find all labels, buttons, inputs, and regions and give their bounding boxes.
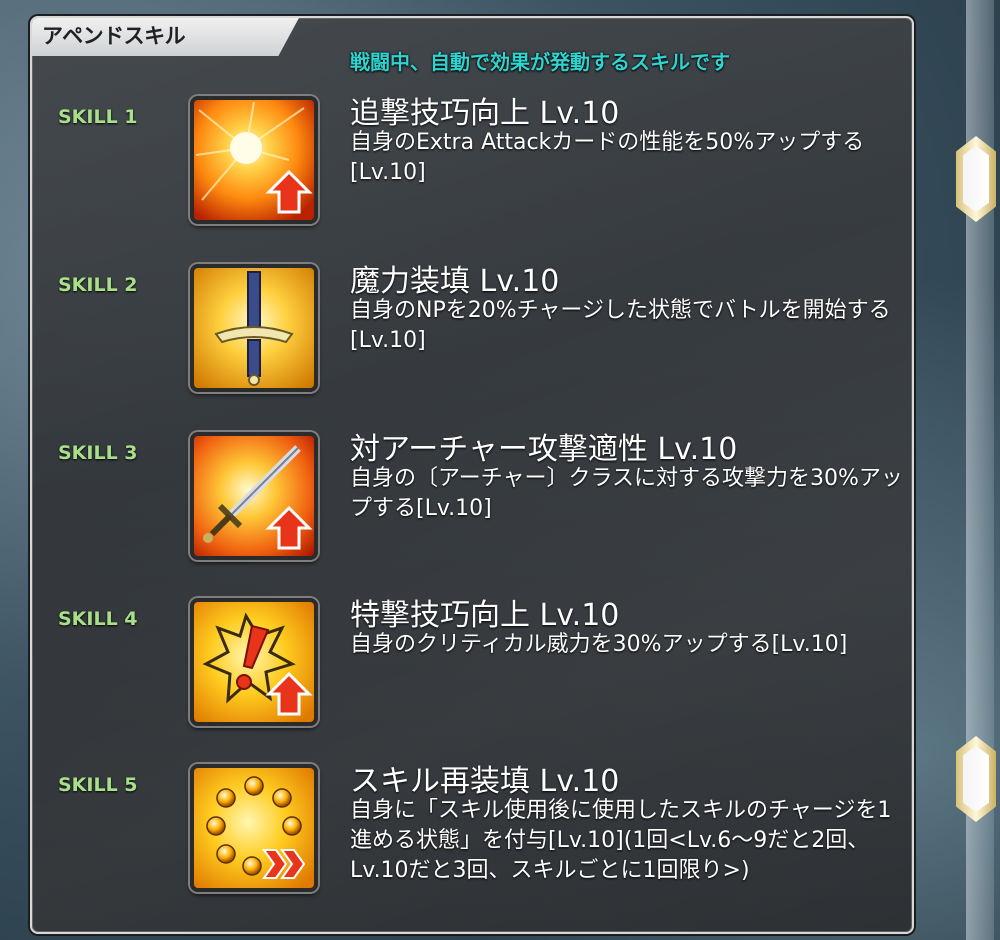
skill-label: SKILL 5	[58, 774, 138, 796]
append-skill-panel: アペンドスキル 戦闘中、自動で効果が発動するスキルです SKILL 1 追撃技巧…	[30, 16, 914, 934]
sword-icon[interactable]	[190, 264, 318, 392]
skill-label: SKILL 1	[58, 106, 138, 128]
exclamation-with-up-arrow-icon[interactable]	[190, 598, 318, 726]
sword-with-up-arrow-icon[interactable]	[190, 432, 318, 560]
skill-description: 自身のクリティカル威力を30%アップする[Lv.10]	[350, 632, 848, 657]
burst-with-up-arrow-icon[interactable]	[190, 96, 318, 224]
skill-description: 自身のExtra Attackカードの性能を50%アップする[Lv.10]	[350, 130, 865, 185]
scrollbar-thumb[interactable]	[956, 136, 996, 222]
header-note: 戦闘中、自動で効果が発動するスキルです	[350, 50, 730, 74]
skill-description: 自身に「スキル使用後に使用したスキルのチャージを1進める状態」を付与[Lv.10…	[350, 798, 892, 883]
skill-name: スキル再装填 Lv.10	[350, 764, 620, 799]
skill-name: 魔力装填 Lv.10	[350, 264, 560, 299]
skill-name: 対アーチャー攻撃適性 Lv.10	[350, 432, 738, 467]
skill-label: SKILL 3	[58, 442, 138, 464]
skill-label: SKILL 2	[58, 274, 138, 296]
skill-name: 追撃技巧向上 Lv.10	[350, 96, 620, 131]
panel-title-tab: アペンドスキル	[32, 18, 300, 56]
scrollbar-thumb[interactable]	[956, 736, 996, 822]
skill-description: 自身のNPを20%チャージした状態でバトルを開始する[Lv.10]	[350, 298, 891, 353]
skill-label: SKILL 4	[58, 608, 138, 630]
skill-description: 自身の〔アーチャー〕クラスに対する攻撃力を30%アップする[Lv.10]	[350, 466, 903, 521]
skill-name: 特撃技巧向上 Lv.10	[350, 598, 620, 633]
orbs-with-chevrons-icon[interactable]	[190, 764, 318, 892]
